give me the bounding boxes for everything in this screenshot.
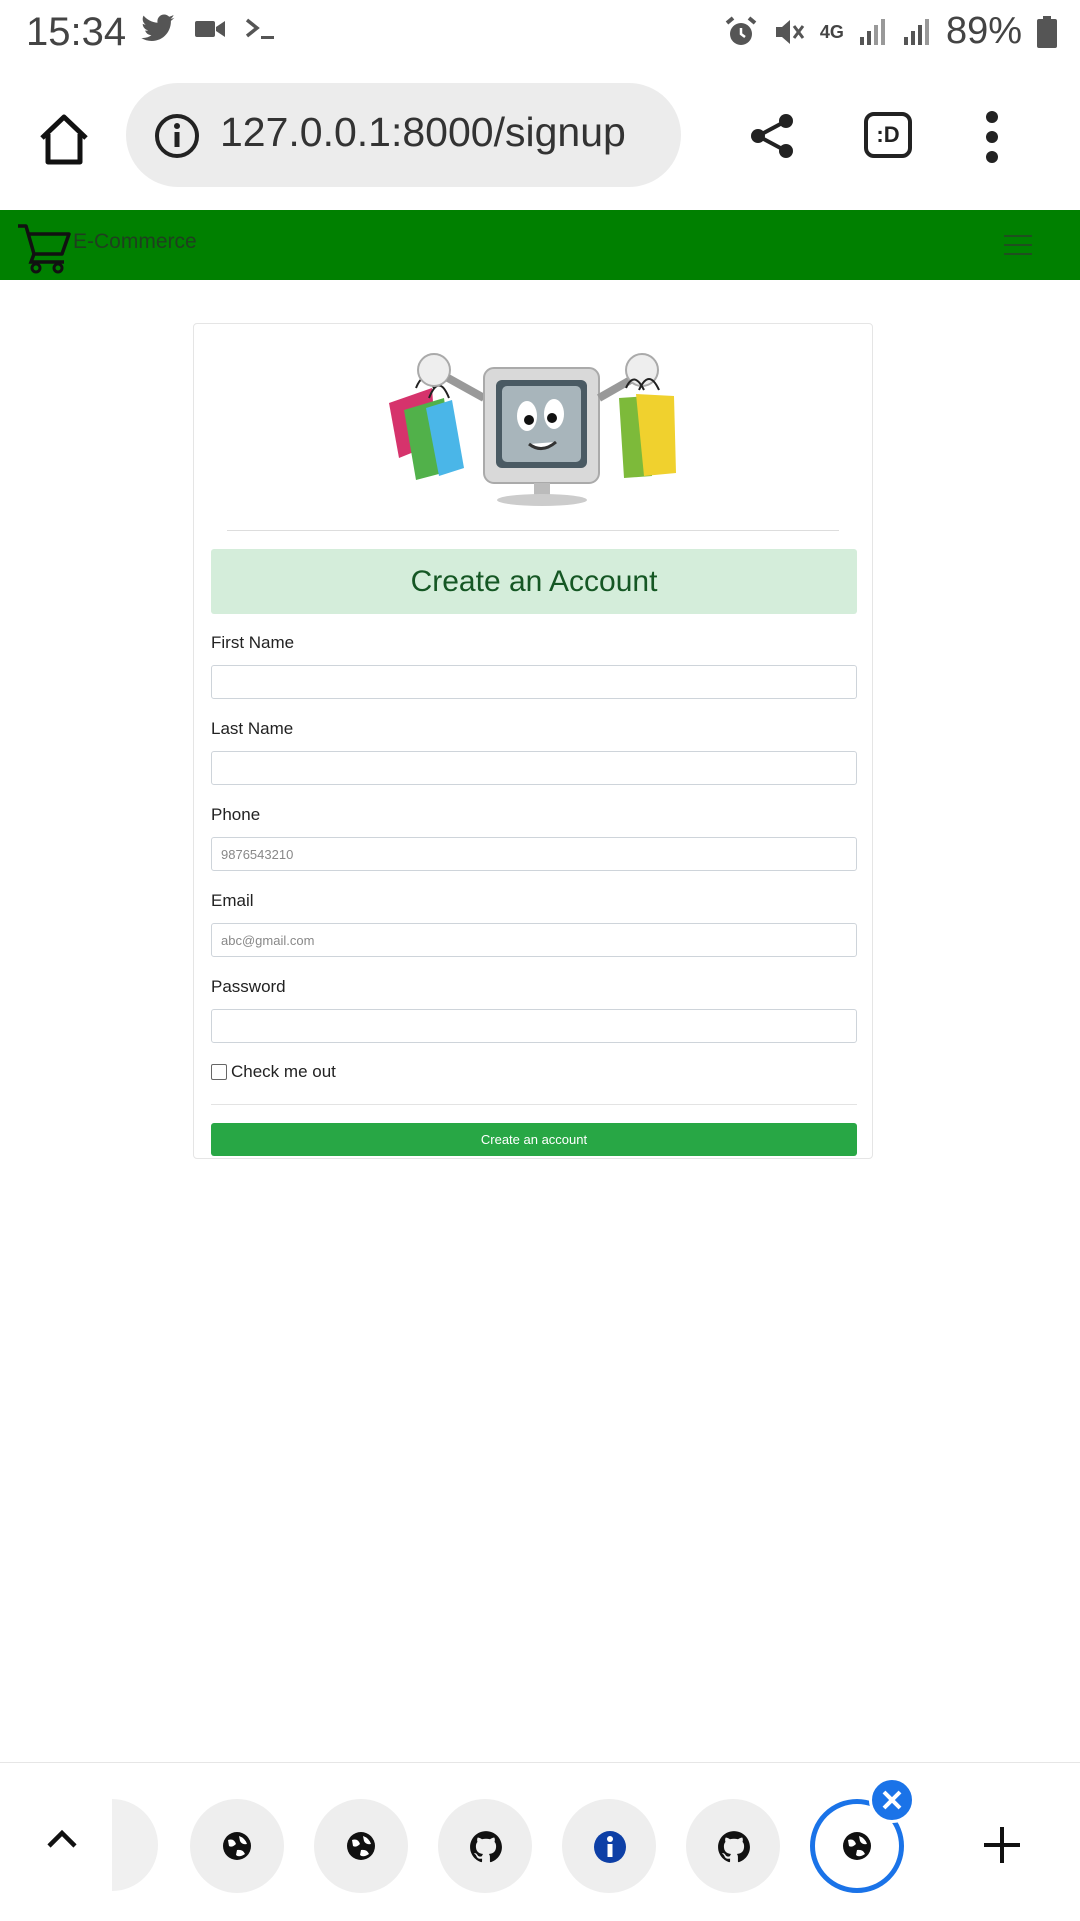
home-icon[interactable] xyxy=(34,110,94,170)
phone-label: Phone xyxy=(211,805,261,824)
tab-4[interactable] xyxy=(562,1799,656,1893)
info-icon xyxy=(594,1831,626,1863)
more-menu-icon[interactable] xyxy=(980,110,1004,164)
check-me-out-checkbox[interactable] xyxy=(211,1064,227,1080)
last-name-label: Last Name xyxy=(211,719,294,738)
address-bar[interactable]: 127.0.0.1:8000/signup xyxy=(126,83,681,187)
status-time: 15:34 xyxy=(26,10,127,54)
close-tab-icon[interactable] xyxy=(869,1777,915,1823)
site-navbar: E-Commerce xyxy=(0,210,1080,280)
battery-icon xyxy=(1037,15,1057,48)
tab-5[interactable] xyxy=(686,1799,780,1893)
check-me-out-label[interactable]: Check me out xyxy=(231,1062,336,1082)
tab-switcher-button[interactable]: :D xyxy=(864,112,912,158)
check-me-out-row: Check me out xyxy=(211,1062,336,1082)
chevron-up-icon[interactable] xyxy=(46,1827,78,1849)
heading-alert: Create an Account xyxy=(211,549,857,614)
brand-link[interactable]: E-Commerce xyxy=(73,230,197,254)
globe-icon xyxy=(223,1832,251,1860)
shopping-mascot-image xyxy=(389,353,676,506)
globe-icon xyxy=(843,1832,871,1860)
last-name-input[interactable] xyxy=(211,751,857,785)
tab-strip xyxy=(0,1762,1080,1921)
divider xyxy=(227,530,839,531)
cart-icon[interactable] xyxy=(16,220,72,274)
mute-icon xyxy=(775,19,805,44)
signal-icon xyxy=(903,18,929,45)
first-name-input[interactable] xyxy=(211,665,857,699)
status-bar: 15:34 4G 89% xyxy=(0,0,1080,66)
form-heading: Create an Account xyxy=(410,565,658,598)
divider xyxy=(211,1104,857,1105)
browser-toolbar: 127.0.0.1:8000/signup :D xyxy=(0,66,1080,210)
tab-1[interactable] xyxy=(190,1799,284,1893)
network-type: 4G xyxy=(819,21,844,42)
video-icon xyxy=(195,21,225,37)
battery-percent: 89% xyxy=(945,10,1022,52)
github-icon xyxy=(470,1831,502,1863)
new-tab-icon[interactable] xyxy=(982,1825,1022,1865)
github-icon xyxy=(718,1831,750,1863)
email-label: Email xyxy=(211,891,254,910)
password-input[interactable] xyxy=(211,1009,857,1043)
create-account-button[interactable]: Create an account xyxy=(211,1123,857,1156)
signal-icon xyxy=(859,18,885,45)
password-label: Password xyxy=(211,977,286,996)
share-icon[interactable] xyxy=(748,112,796,160)
twitter-icon xyxy=(141,14,175,41)
hamburger-menu-icon[interactable] xyxy=(1004,234,1032,256)
url-text[interactable]: 127.0.0.1:8000/signup xyxy=(220,109,626,156)
email-input[interactable] xyxy=(211,923,857,957)
terminal-icon xyxy=(245,18,274,39)
tab-partial[interactable] xyxy=(112,1799,158,1891)
signup-card: Create an Account First Name Last Name P… xyxy=(193,323,873,1159)
tab-3[interactable] xyxy=(438,1799,532,1893)
phone-input[interactable] xyxy=(211,837,857,871)
alarm-icon xyxy=(725,15,757,45)
tab-2[interactable] xyxy=(314,1799,408,1893)
globe-icon xyxy=(347,1832,375,1860)
first-name-label: First Name xyxy=(211,633,295,652)
info-icon[interactable] xyxy=(154,113,200,159)
